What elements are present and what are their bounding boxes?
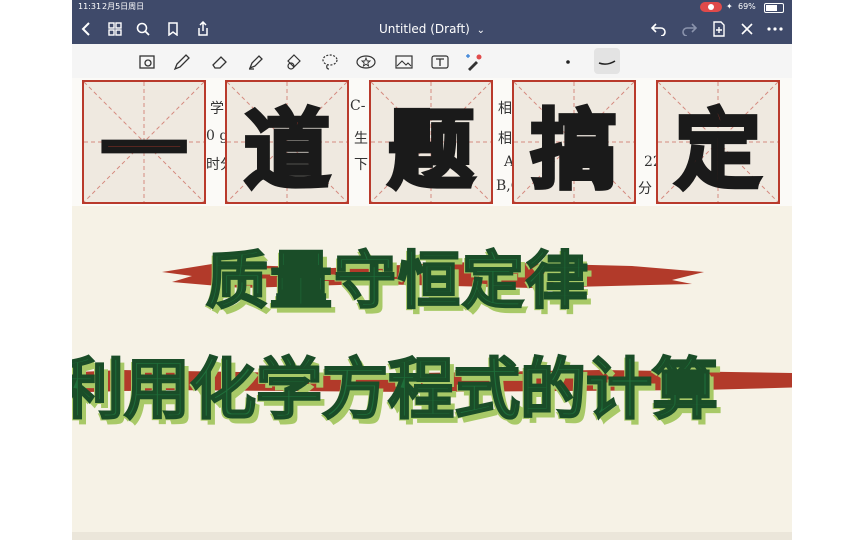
title-char-box: 一 [82,80,206,204]
title-char-box: 定 [656,80,780,204]
share-icon[interactable] [194,20,212,38]
nav-bar: Untitled (Draft) ⌄ [72,14,792,44]
status-time: 11:31 [78,2,102,11]
lasso-icon[interactable] [320,52,340,72]
bookmark-icon[interactable] [164,20,182,38]
battery-icon [764,3,784,13]
battery-percent: 69% [738,2,756,11]
image-icon[interactable] [394,52,414,72]
title-char-box: 道 [225,80,349,204]
lasso-zoom-icon[interactable] [138,52,158,72]
drawing-toolbar [72,44,792,79]
more-icon[interactable] [766,20,784,38]
stroke-style-icon[interactable] [597,52,617,72]
search-icon[interactable] [134,20,152,38]
title-char-box: 搞 [512,80,636,204]
title-char: 定 [673,99,763,203]
status-date: 2月5日周日 [102,2,145,11]
laser-icon[interactable] [464,52,484,72]
pen-size-dot-icon[interactable] [558,52,578,72]
eraser-icon[interactable] [210,52,230,72]
headline-equation-calculation: 利用化学方程式的计算 [72,350,719,429]
title-char: 搞 [529,99,619,203]
sticker-icon[interactable] [356,52,376,72]
wifi-icon: ✦ [726,2,733,11]
title-char: 题 [386,99,476,203]
bg-text: 下 [354,157,368,173]
bg-text: 分 [638,181,652,197]
document-title-text: Untitled (Draft) [378,22,470,36]
title-char: 一 [99,99,189,203]
screen-record-icon [700,2,722,12]
bg-text: 生 [354,131,368,147]
title-char-box: 题 [369,80,493,204]
close-icon[interactable] [738,20,756,38]
text-icon[interactable] [430,52,450,72]
grid-icon[interactable] [106,20,124,38]
add-page-icon[interactable] [710,20,728,38]
pen-icon[interactable] [172,52,192,72]
undo-icon[interactable] [650,20,668,38]
bg-text: 相 [498,131,512,147]
status-bar: 11:31 2月5日周日 ✦ 69% [72,0,792,14]
bg-text: 相 [498,101,512,117]
shapes-icon[interactable] [284,52,304,72]
title-char: 道 [242,99,332,203]
chevron-down-icon: ⌄ [476,25,486,36]
back-icon[interactable] [78,20,96,38]
app-frame: 11:31 2月5日周日 ✦ 69% Untitled (Draft) ⌄ 学 … [72,0,792,540]
redo-icon[interactable] [680,20,698,38]
highlighter-icon[interactable] [246,52,266,72]
headline-mass-conservation: 质量守恒定律 [205,243,591,318]
bg-text: 学 [210,101,224,117]
bg-text: C- [350,98,366,114]
page-bottom-edge [72,532,792,540]
